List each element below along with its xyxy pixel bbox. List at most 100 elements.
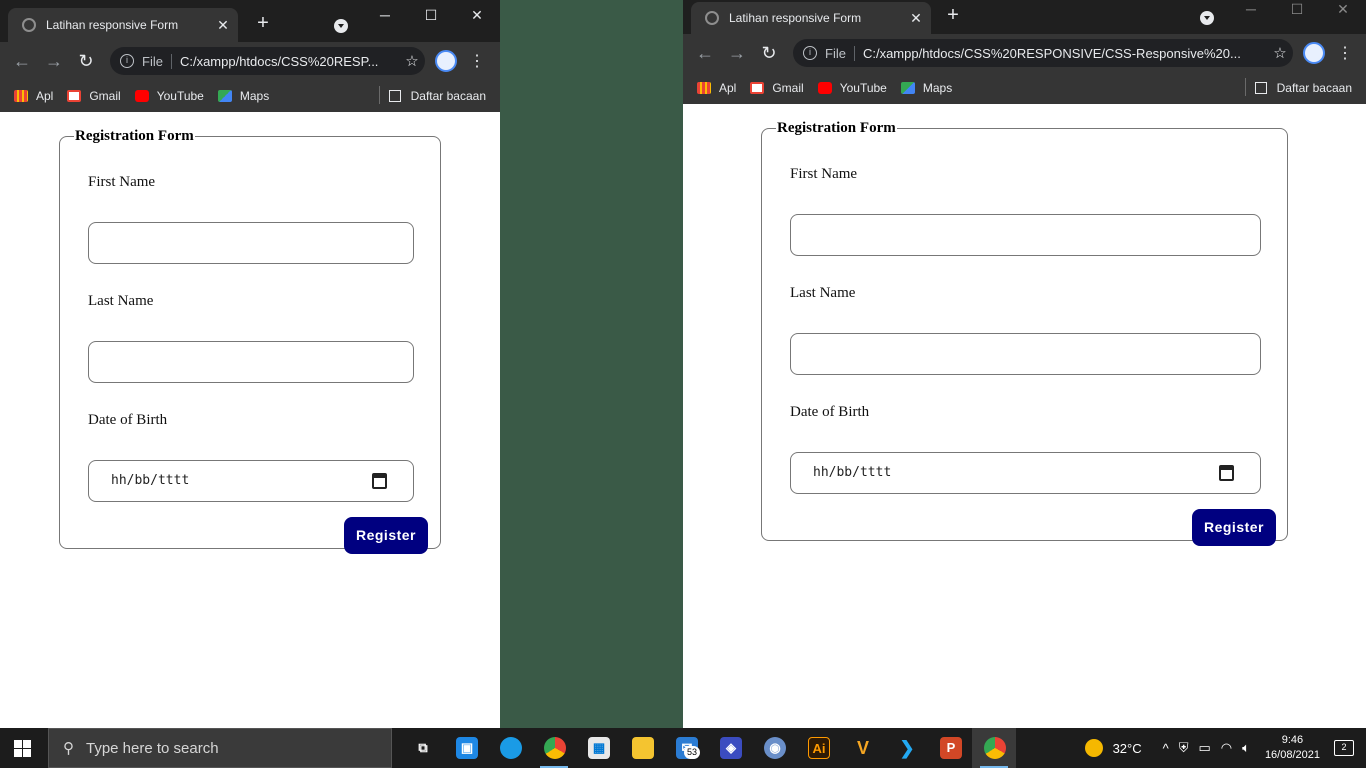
chrome-profile-app-icon[interactable] bbox=[972, 728, 1016, 768]
tab-strip: Latihan responsive Form ✕ + ─ ☐ ✕ bbox=[683, 0, 1366, 34]
info-icon[interactable]: i bbox=[803, 46, 817, 60]
tab-strip: Latihan responsive Form ✕ + ─ ☐ ✕ bbox=[0, 0, 500, 42]
bookmark-star-icon[interactable]: ☆ bbox=[1267, 44, 1293, 62]
mail-app-icon[interactable]: ✉53 bbox=[664, 728, 708, 768]
contacts-app-icon[interactable]: ▣ bbox=[444, 728, 488, 768]
back-arrow-icon[interactable]: ← bbox=[689, 43, 721, 64]
reload-icon[interactable]: ↻ bbox=[70, 51, 102, 72]
gmail-icon bbox=[67, 90, 82, 102]
url-text[interactable]: C:/xampp/htdocs/CSS%20RESPONSIVE/CSS-Res… bbox=[863, 46, 1267, 61]
bookmark-maps[interactable]: Maps bbox=[900, 81, 952, 95]
wifi-icon[interactable]: ◠ bbox=[1221, 740, 1232, 756]
edge-browser-icon[interactable] bbox=[488, 728, 532, 768]
bookmark-star-icon[interactable]: ☆ bbox=[399, 52, 425, 70]
address-bar[interactable]: i File C:/xampp/htdocs/CSS%20RESPONSIVE/… bbox=[793, 39, 1293, 67]
notification-center-icon[interactable]: 2 bbox=[1334, 740, 1354, 756]
browser-globe-app-icon[interactable]: ◉ bbox=[752, 728, 796, 768]
back-arrow-icon[interactable]: ← bbox=[6, 51, 38, 72]
bookmark-gmail[interactable]: Gmail bbox=[750, 81, 804, 95]
form-legend: Registration Form bbox=[777, 120, 896, 136]
dob-label: Date of Birth bbox=[790, 404, 870, 420]
chevron-up-icon[interactable]: ^ bbox=[1163, 741, 1169, 756]
dob-placeholder: hh/bb/tttt bbox=[813, 465, 892, 480]
bookmark-apps[interactable]: Apl bbox=[697, 81, 736, 95]
tab-search-icon[interactable] bbox=[1200, 11, 1214, 25]
info-icon[interactable]: i bbox=[120, 54, 134, 68]
menu-kebab-icon[interactable]: ⋮ bbox=[1337, 43, 1353, 63]
close-window-button[interactable]: ✕ bbox=[1320, 0, 1366, 24]
reading-list-button[interactable]: Daftar bacaan bbox=[1244, 78, 1352, 96]
clock[interactable]: 9:46 16/08/2021 bbox=[1265, 733, 1320, 763]
microsoft-store-icon[interactable]: ▦ bbox=[576, 728, 620, 768]
windows-start-icon[interactable] bbox=[14, 740, 31, 757]
taskbar-search-box[interactable]: ⚲ Type here to search bbox=[48, 728, 392, 768]
browser-window-right: Latihan responsive Form ✕ + ─ ☐ ✕ ← → ↻ … bbox=[683, 0, 1366, 728]
bookmark-youtube[interactable]: YouTube bbox=[134, 89, 204, 103]
minimize-button[interactable]: ─ bbox=[362, 0, 408, 30]
taskbar-pinned-apps: ⧉ ▣ ▦ ✉53 ◈ ◉ Ai V ❯ P bbox=[400, 728, 1016, 768]
last-name-label: Last Name bbox=[790, 285, 856, 301]
weather-sun-icon bbox=[1084, 739, 1103, 757]
first-name-label: First Name bbox=[88, 174, 156, 190]
battery-icon[interactable]: ▭ bbox=[1198, 740, 1210, 756]
forward-arrow-icon[interactable]: → bbox=[721, 43, 753, 64]
task-view-icon[interactable]: ⧉ bbox=[400, 728, 444, 768]
bookmark-apps[interactable]: Apl bbox=[14, 89, 53, 103]
tab-title: Latihan responsive Form bbox=[729, 11, 862, 25]
close-tab-icon[interactable]: ✕ bbox=[905, 10, 927, 27]
vscode-app-icon[interactable]: ❯ bbox=[884, 728, 928, 768]
gmail-icon bbox=[750, 82, 765, 94]
last-name-input[interactable] bbox=[88, 341, 414, 383]
close-window-button[interactable]: ✕ bbox=[454, 0, 500, 30]
maximize-button[interactable]: ☐ bbox=[408, 0, 454, 30]
v-app-icon[interactable]: V bbox=[840, 728, 884, 768]
bookmarks-bar: Apl Gmail YouTube Maps Daftar bacaan bbox=[0, 80, 500, 112]
url-scheme: File bbox=[825, 45, 855, 61]
apps-grid-icon bbox=[14, 90, 28, 102]
illustrator-app-icon[interactable]: Ai bbox=[796, 728, 840, 768]
form-legend: Registration Form bbox=[75, 128, 194, 144]
maximize-button[interactable]: ☐ bbox=[1274, 0, 1320, 24]
minimize-button[interactable]: ─ bbox=[1228, 0, 1274, 24]
weather-widget[interactable]: 32°C bbox=[1084, 739, 1142, 757]
volume-icon[interactable]: 🔈︎ bbox=[1242, 740, 1250, 756]
profile-avatar[interactable] bbox=[435, 50, 457, 72]
calendar-icon[interactable] bbox=[372, 473, 387, 489]
chrome-browser-icon[interactable] bbox=[532, 728, 576, 768]
browser-tab[interactable]: Latihan responsive Form ✕ bbox=[691, 2, 931, 34]
teams-app-icon[interactable]: ◈ bbox=[708, 728, 752, 768]
tab-search-icon[interactable] bbox=[334, 19, 348, 33]
system-tray: 32°C ^ ⛨ ▭ ◠ 🔈︎ 9:46 16/08/2021 2 bbox=[1084, 728, 1366, 768]
dob-input[interactable]: hh/bb/tttt bbox=[88, 460, 414, 502]
close-tab-icon[interactable]: ✕ bbox=[212, 17, 234, 34]
bookmark-youtube[interactable]: YouTube bbox=[817, 81, 887, 95]
dob-input[interactable]: hh/bb/tttt bbox=[790, 452, 1261, 494]
page-content: Registration Form First Name Last Name D… bbox=[683, 104, 1366, 728]
file-explorer-icon[interactable] bbox=[620, 728, 664, 768]
bookmark-maps[interactable]: Maps bbox=[217, 89, 269, 103]
registration-form: Registration Form First Name Last Name D… bbox=[761, 120, 1288, 546]
browser-tab[interactable]: Latihan responsive Form ✕ bbox=[8, 8, 238, 42]
last-name-input[interactable] bbox=[790, 333, 1261, 375]
first-name-input[interactable] bbox=[790, 214, 1261, 256]
forward-arrow-icon[interactable]: → bbox=[38, 51, 70, 72]
profile-avatar[interactable] bbox=[1303, 42, 1325, 64]
bookmark-gmail[interactable]: Gmail bbox=[67, 89, 121, 103]
powerpoint-app-icon[interactable]: P bbox=[928, 728, 972, 768]
security-icon[interactable]: ⛨ bbox=[1179, 740, 1189, 756]
new-tab-button[interactable]: + bbox=[251, 12, 275, 35]
first-name-input[interactable] bbox=[88, 222, 414, 264]
register-button[interactable]: Register bbox=[1192, 509, 1276, 546]
address-bar[interactable]: i File C:/xampp/htdocs/CSS%20RESP... ☆ bbox=[110, 47, 425, 75]
window-controls: ─ ☐ ✕ bbox=[362, 0, 500, 30]
reading-list-icon bbox=[1254, 82, 1267, 94]
new-tab-button[interactable]: + bbox=[941, 4, 965, 27]
reading-list-button[interactable]: Daftar bacaan bbox=[378, 86, 486, 104]
calendar-icon[interactable] bbox=[1219, 465, 1234, 481]
register-button[interactable]: Register bbox=[344, 517, 428, 554]
url-text[interactable]: C:/xampp/htdocs/CSS%20RESP... bbox=[180, 54, 399, 69]
menu-kebab-icon[interactable]: ⋮ bbox=[469, 51, 485, 71]
reload-icon[interactable]: ↻ bbox=[753, 43, 785, 64]
browser-toolbar: ← → ↻ i File C:/xampp/htdocs/CSS%20RESPO… bbox=[683, 34, 1366, 72]
search-icon: ⚲ bbox=[63, 740, 74, 757]
